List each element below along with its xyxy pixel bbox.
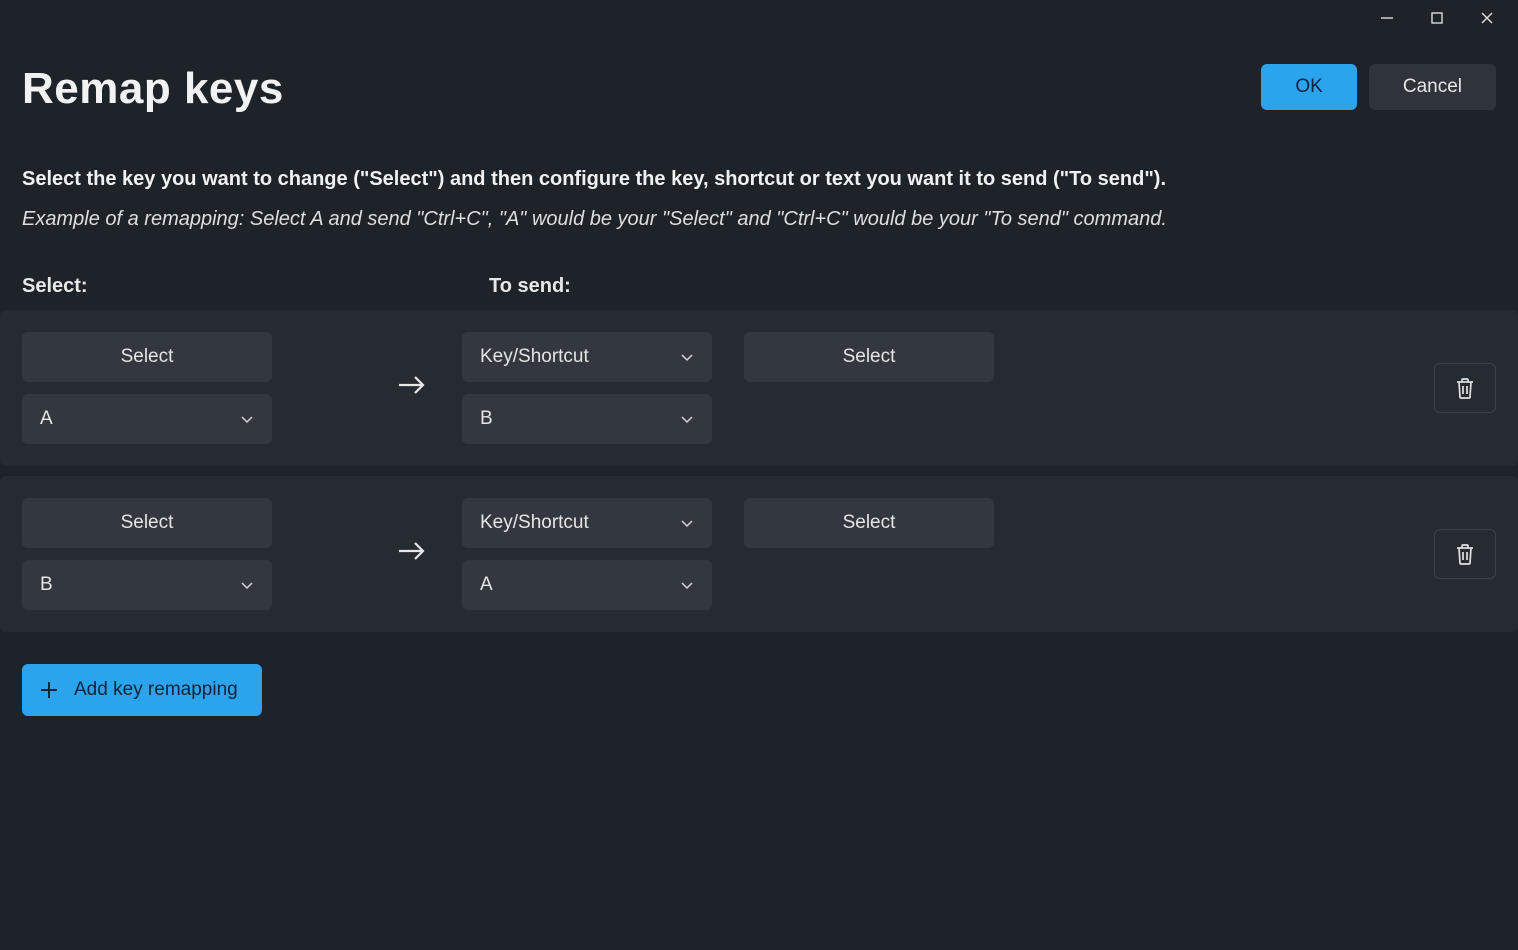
chevron-down-icon — [680, 578, 694, 592]
intro-text: Select the key you want to change ("Sele… — [22, 164, 1496, 194]
remap-row: Select B Key/Shortcut — [0, 476, 1518, 632]
close-icon — [1480, 11, 1494, 25]
trash-icon — [1454, 376, 1476, 400]
select-destination-button[interactable]: Select — [744, 332, 994, 382]
trash-icon — [1454, 542, 1476, 566]
destination-key-value: B — [480, 408, 493, 430]
origin-key-value: B — [40, 574, 53, 596]
titlebar — [0, 0, 1518, 36]
page-title: Remap keys — [22, 64, 284, 114]
chevron-down-icon — [680, 412, 694, 426]
close-button[interactable] — [1462, 0, 1512, 36]
send-type-value: Key/Shortcut — [480, 346, 589, 368]
delete-remapping-button[interactable] — [1434, 363, 1496, 413]
maximize-button[interactable] — [1412, 0, 1462, 36]
chevron-down-icon — [680, 516, 694, 530]
origin-key-dropdown[interactable]: A — [22, 394, 272, 444]
send-type-dropdown[interactable]: Key/Shortcut — [462, 332, 712, 382]
minimize-button[interactable] — [1362, 0, 1412, 36]
chevron-down-icon — [240, 578, 254, 592]
origin-key-value: A — [40, 408, 53, 430]
destination-key-value: A — [480, 574, 493, 596]
chevron-down-icon — [240, 412, 254, 426]
plus-icon — [38, 679, 60, 701]
send-type-dropdown[interactable]: Key/Shortcut — [462, 498, 712, 548]
delete-remapping-button[interactable] — [1434, 529, 1496, 579]
origin-key-dropdown[interactable]: B — [22, 560, 272, 610]
select-origin-button[interactable]: Select — [22, 332, 272, 382]
select-destination-button[interactable]: Select — [744, 498, 994, 548]
add-remapping-button[interactable]: Add key remapping — [22, 664, 262, 716]
arrow-right-icon — [362, 498, 462, 568]
minimize-icon — [1380, 11, 1394, 25]
send-type-value: Key/Shortcut — [480, 512, 589, 534]
cancel-button[interactable]: Cancel — [1369, 64, 1496, 110]
destination-key-dropdown[interactable]: B — [462, 394, 712, 444]
ok-button[interactable]: OK — [1261, 64, 1356, 110]
destination-key-dropdown[interactable]: A — [462, 560, 712, 610]
select-origin-button[interactable]: Select — [22, 498, 272, 548]
remap-row: Select A Key/Shortcut — [0, 310, 1518, 466]
arrow-right-icon — [362, 332, 462, 402]
add-remapping-label: Add key remapping — [74, 679, 238, 701]
example-text: Example of a remapping: Select A and sen… — [22, 208, 1496, 231]
maximize-icon — [1430, 11, 1444, 25]
chevron-down-icon — [680, 350, 694, 364]
column-header-tosend: To send: — [489, 275, 1496, 298]
column-header-select: Select: — [22, 275, 489, 298]
